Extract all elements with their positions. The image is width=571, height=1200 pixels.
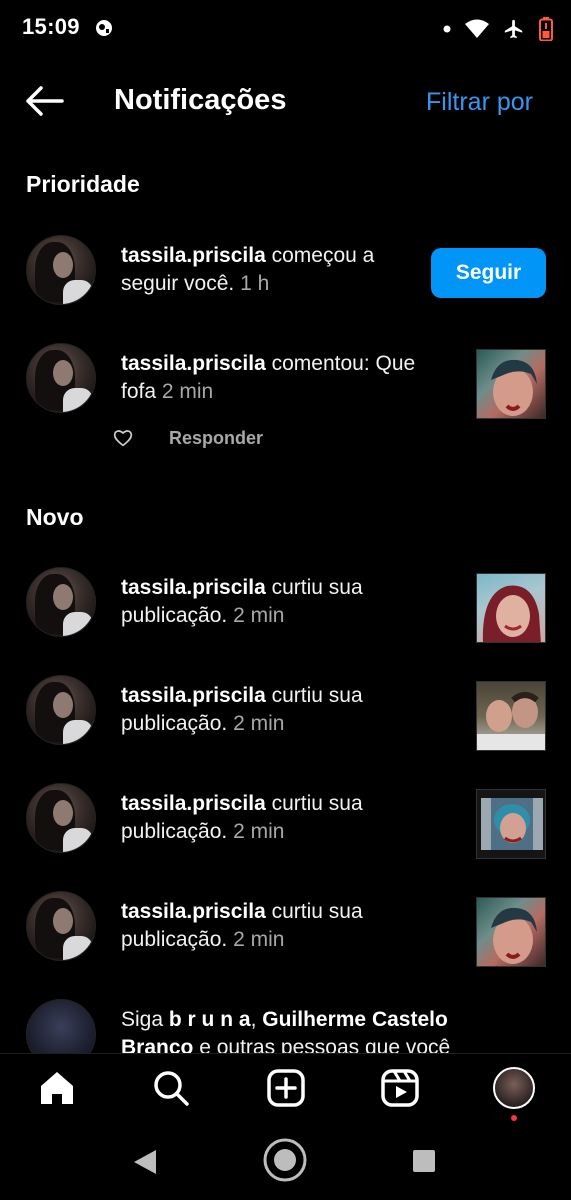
- header: Notificações Filtrar por: [0, 70, 571, 134]
- post-thumbnail[interactable]: [476, 897, 546, 967]
- post-thumbnail[interactable]: [476, 789, 546, 859]
- timestamp: 2 min: [233, 604, 285, 627]
- follow-button[interactable]: Seguir: [431, 248, 546, 298]
- dot-indicator-icon: [443, 25, 451, 33]
- post-image: [477, 692, 545, 750]
- timestamp: 1 h: [240, 272, 270, 295]
- notification-text: tassila.priscila curtiu sua publicação. …: [121, 576, 363, 627]
- avatar[interactable]: [26, 783, 96, 853]
- system-back-icon[interactable]: [132, 1148, 158, 1176]
- heart-icon[interactable]: [113, 429, 133, 447]
- avatar[interactable]: [26, 675, 96, 745]
- new-post-icon[interactable]: [266, 1068, 306, 1108]
- home-icon[interactable]: [37, 1068, 77, 1108]
- avatar[interactable]: [26, 891, 96, 961]
- avatar[interactable]: [26, 567, 96, 637]
- username[interactable]: tassila.priscila: [121, 576, 266, 599]
- system-home-icon[interactable]: [262, 1137, 308, 1183]
- section-heading-new: Novo: [26, 504, 84, 530]
- notification-icon: [96, 20, 112, 36]
- search-icon[interactable]: [151, 1068, 191, 1108]
- post-thumbnail[interactable]: [476, 681, 546, 751]
- post-image: [491, 359, 537, 416]
- status-bar: 15:09: [0, 0, 571, 58]
- post-image: [491, 907, 537, 964]
- reply-actions: Responder: [113, 426, 263, 450]
- system-recents-icon[interactable]: [412, 1149, 436, 1173]
- notification-text: tassila.priscila curtiu sua publicação. …: [121, 900, 363, 951]
- reply-button[interactable]: Responder: [169, 428, 263, 449]
- username[interactable]: tassila.priscila: [121, 352, 266, 375]
- page-title: Notificações: [114, 84, 287, 116]
- username[interactable]: tassila.priscila: [121, 900, 266, 923]
- avatar[interactable]: [26, 343, 96, 413]
- post-image: [482, 585, 541, 642]
- airplane-icon: [504, 19, 523, 39]
- back-arrow-icon[interactable]: [24, 84, 64, 118]
- filter-button[interactable]: Filtrar por: [426, 88, 533, 117]
- status-time: 15:09: [22, 14, 80, 39]
- timestamp: 2 min: [233, 820, 285, 843]
- section-heading-priority: Prioridade: [26, 171, 140, 197]
- avatar[interactable]: [26, 235, 96, 305]
- wifi-icon: [465, 19, 489, 38]
- reels-icon[interactable]: [380, 1068, 420, 1108]
- notification-text: tassila.priscila comentou: Que fofa 2 mi…: [121, 352, 416, 403]
- bottom-navigation: [0, 1053, 571, 1128]
- username[interactable]: tassila.priscila: [121, 684, 266, 707]
- notification-text: tassila.priscila começou a seguir você. …: [121, 244, 375, 295]
- profile-avatar[interactable]: [493, 1067, 535, 1109]
- post-thumbnail[interactable]: [476, 349, 546, 419]
- system-navigation: [0, 1128, 571, 1200]
- timestamp: 2 min: [161, 380, 214, 403]
- timestamp: 2 min: [233, 928, 285, 951]
- notification-badge: [511, 1115, 517, 1121]
- post-image: [481, 798, 543, 850]
- notification-text: tassila.priscila curtiu sua publicação. …: [121, 792, 363, 843]
- username[interactable]: tassila.priscila: [121, 792, 266, 815]
- notification-text: tassila.priscila curtiu sua publicação. …: [121, 684, 363, 735]
- suggested-user[interactable]: b r u n a: [169, 1008, 251, 1031]
- post-thumbnail[interactable]: [476, 573, 546, 643]
- battery-icon: [539, 17, 553, 41]
- timestamp: 2 min: [233, 712, 285, 735]
- username[interactable]: tassila.priscila: [121, 244, 266, 267]
